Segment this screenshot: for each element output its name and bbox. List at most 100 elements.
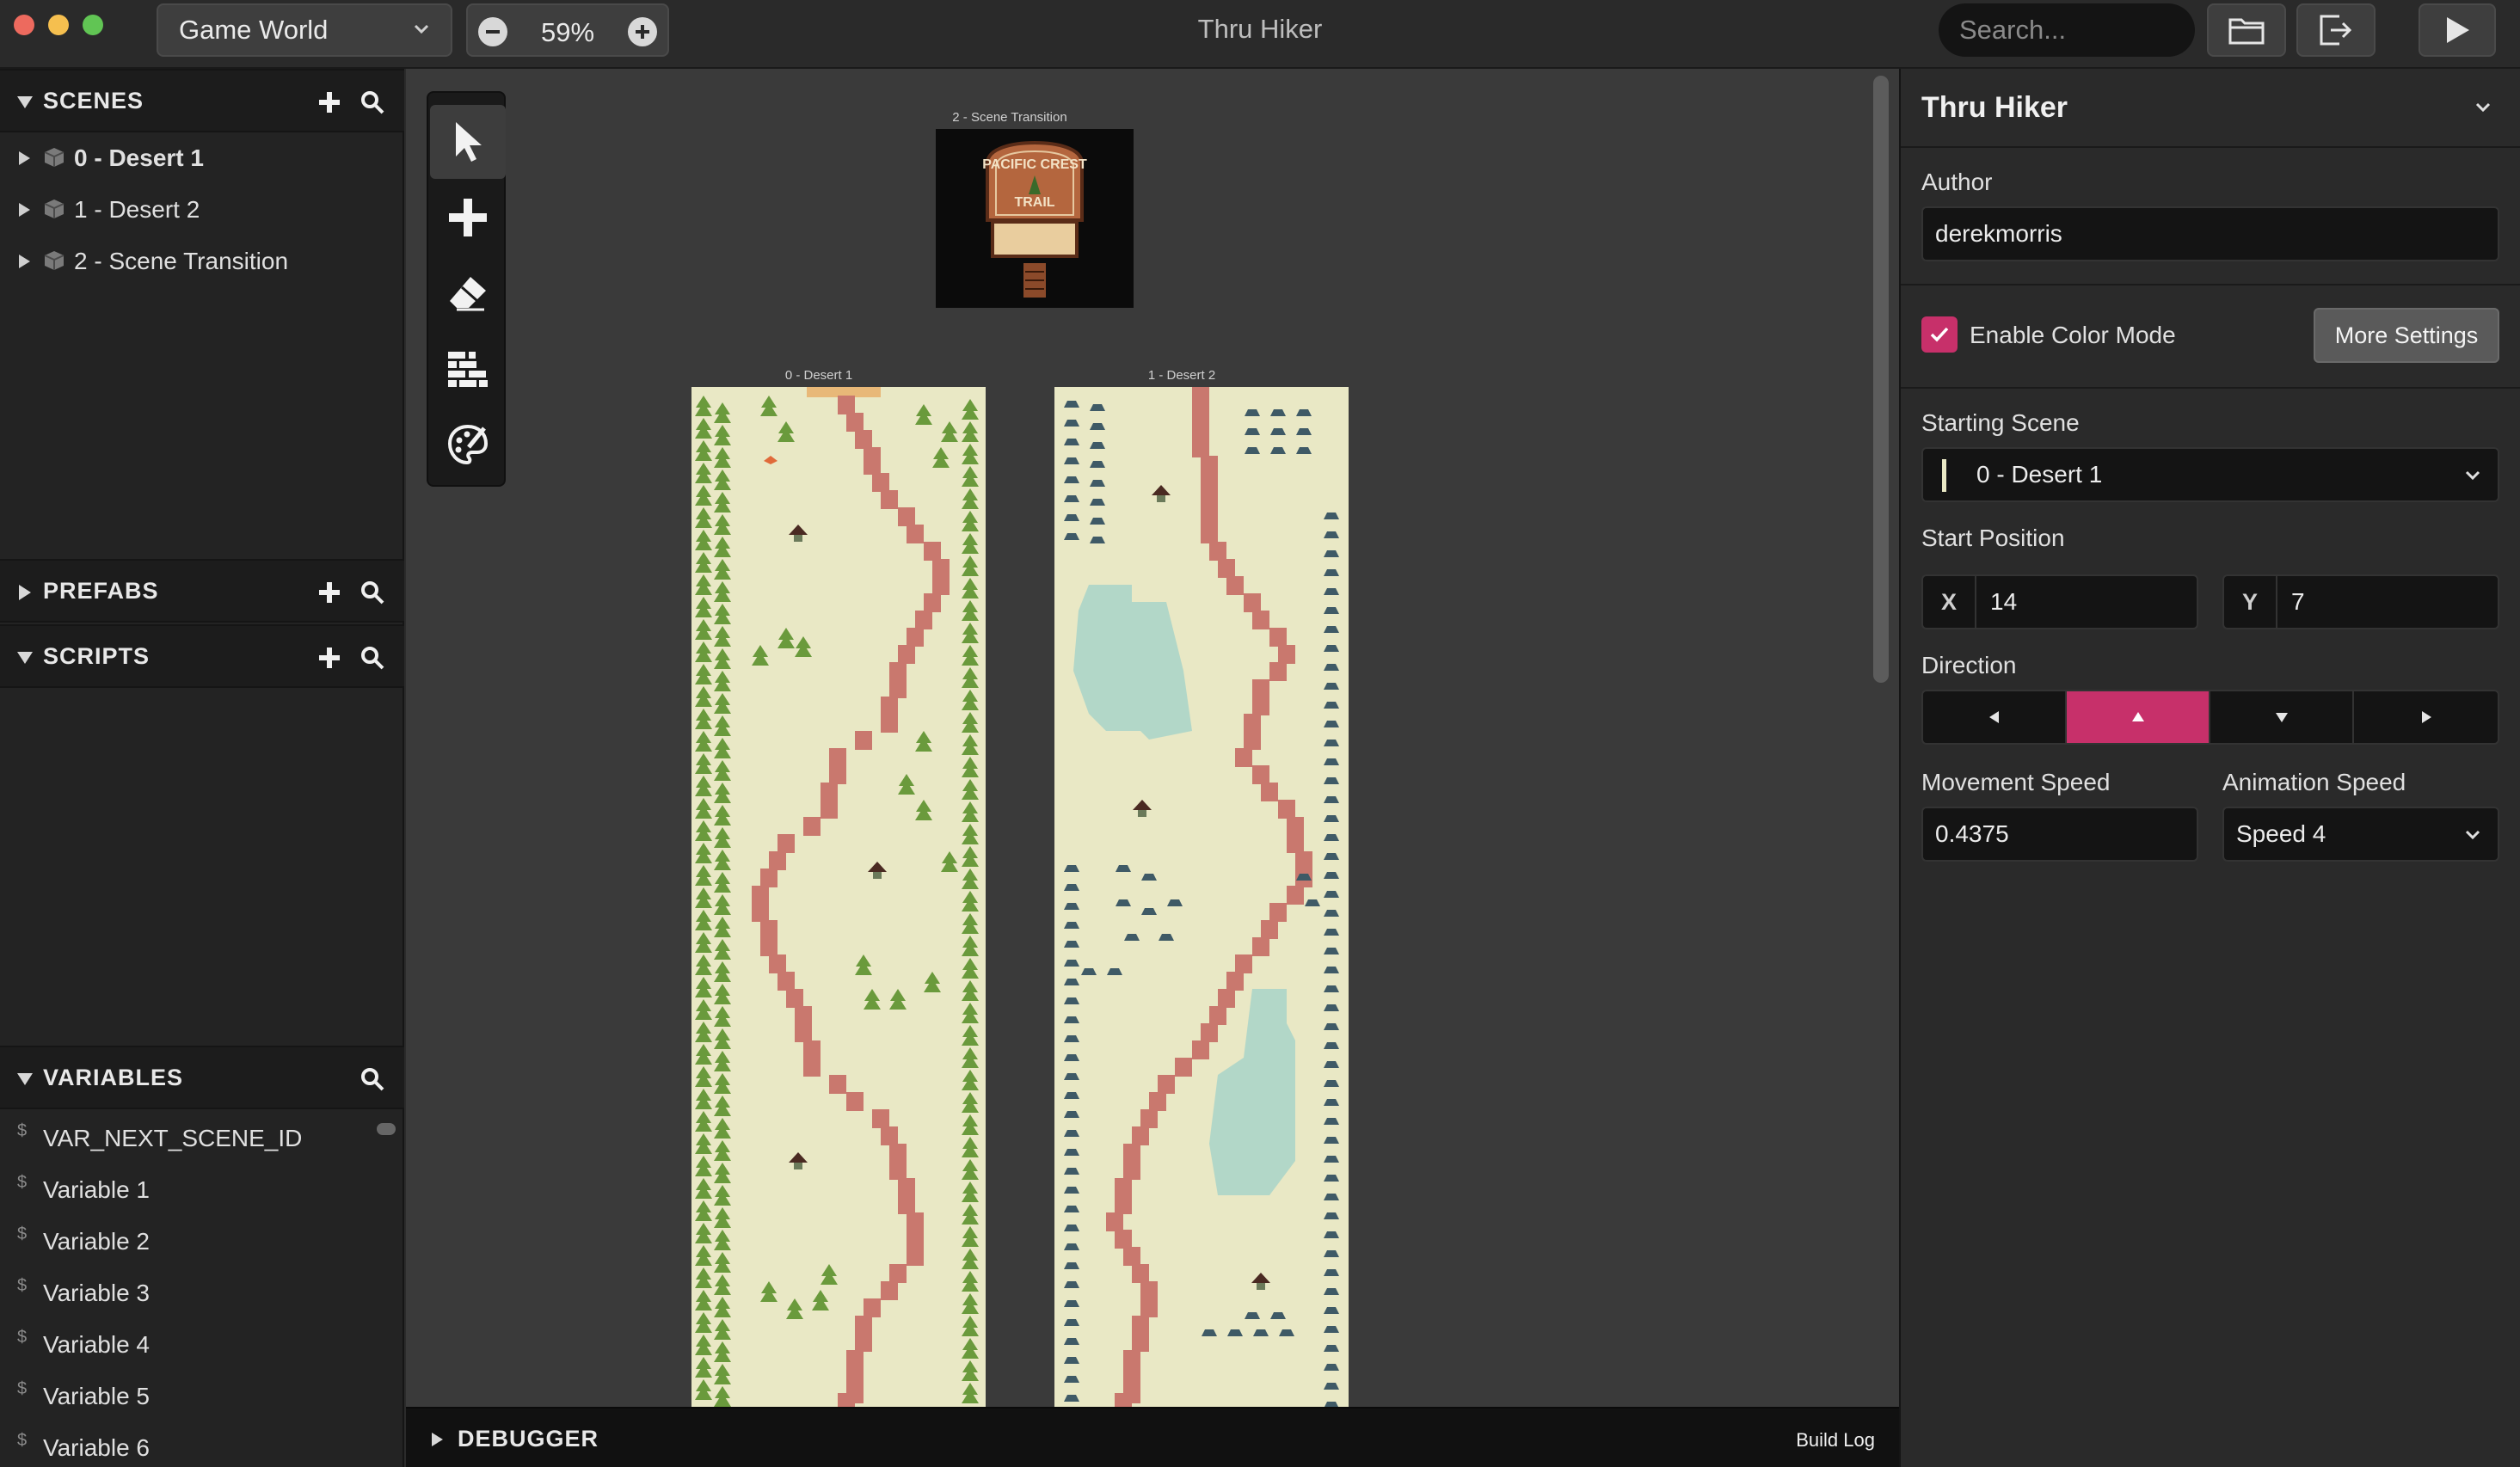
scripts-section-header[interactable]: SCRIPTS: [0, 624, 404, 688]
trail-tile: [1132, 1333, 1149, 1352]
trail-tile: [803, 1058, 821, 1077]
pine-tree: [714, 805, 731, 826]
view-mode-select[interactable]: Game World: [157, 3, 452, 57]
select-tool-button[interactable]: [430, 105, 506, 179]
list-scrollbar[interactable]: [377, 1123, 396, 1135]
rock: [1324, 1156, 1339, 1163]
start-y-field[interactable]: Y 7: [2222, 574, 2499, 629]
rock: [1324, 853, 1339, 860]
zoom-in-button[interactable]: [628, 17, 657, 46]
search-variables-icon[interactable]: [360, 1066, 385, 1092]
export-button[interactable]: [2296, 3, 2376, 57]
trail-tile: [1192, 421, 1209, 440]
search-scenes-icon[interactable]: [360, 89, 385, 115]
pine-tree: [941, 851, 958, 872]
scene-transition-preview[interactable]: PACIFIC CREST TRAIL: [936, 129, 1134, 308]
start-x-value[interactable]: 14: [1990, 588, 2017, 616]
direction-down-button[interactable]: [2210, 691, 2354, 743]
add-scene-icon[interactable]: [317, 89, 342, 115]
trail-tile: [803, 817, 821, 836]
maximize-window-button[interactable]: [83, 15, 103, 35]
close-window-button[interactable]: [14, 15, 34, 35]
pine-tree: [962, 444, 979, 464]
trail-tile: [881, 1281, 898, 1300]
pine-tree: [962, 1271, 979, 1292]
trail-tile: [855, 430, 872, 449]
variable-item[interactable]: $ Variable 4: [0, 1319, 404, 1371]
desert-2-scene[interactable]: [1054, 387, 1349, 1407]
animation-speed-select[interactable]: Speed 4: [2222, 807, 2499, 862]
direction-up-button[interactable]: [2067, 691, 2210, 743]
variables-section-header[interactable]: VARIABLES: [0, 1046, 404, 1109]
variable-item[interactable]: $ VAR_NEXT_SCENE_ID: [0, 1113, 404, 1164]
scene-item[interactable]: 0 - Desert 1: [0, 132, 404, 184]
starting-scene-select[interactable]: 0 - Desert 1: [1921, 447, 2499, 502]
build-log-button[interactable]: Build Log: [1796, 1429, 1875, 1452]
direction-left-button[interactable]: [1923, 691, 2067, 743]
desert-1-scene[interactable]: [691, 387, 986, 1407]
trail-tile: [1278, 645, 1295, 664]
play-button[interactable]: [2419, 3, 2496, 57]
direction-label: Direction: [1921, 652, 2017, 678]
search-scripts-icon[interactable]: [360, 645, 385, 671]
zoom-out-button[interactable]: [478, 17, 507, 46]
scene-item[interactable]: 2 - Scene Transition: [0, 236, 404, 287]
add-tool-button[interactable]: [430, 181, 506, 255]
pine-tree: [695, 1335, 712, 1355]
variable-name: Variable 2: [43, 1228, 151, 1255]
rock: [1324, 872, 1339, 879]
rock: [1324, 815, 1339, 822]
rock: [1064, 1073, 1079, 1080]
minimize-window-button[interactable]: [48, 15, 69, 35]
scenes-section-header[interactable]: SCENES: [0, 69, 404, 132]
author-input[interactable]: [1921, 206, 2499, 261]
add-prefab-icon[interactable]: [317, 580, 342, 605]
scene-title: 1 - Desert 2: [1147, 368, 1216, 383]
trail-tile: [1235, 748, 1252, 767]
trail-tile: [1269, 662, 1287, 681]
variable-item[interactable]: $ Variable 1: [0, 1164, 404, 1216]
search-prefabs-icon[interactable]: [360, 580, 385, 605]
rock: [1324, 1194, 1339, 1200]
paint-tool-button[interactable]: [430, 408, 506, 482]
more-settings-button[interactable]: More Settings: [2314, 308, 2499, 363]
start-x-field[interactable]: X 14: [1921, 574, 2198, 629]
direction-right-button[interactable]: [2354, 691, 2498, 743]
variable-item[interactable]: $ Variable 2: [0, 1216, 404, 1268]
start-y-value[interactable]: 7: [2291, 588, 2305, 616]
pine-tree: [962, 421, 979, 442]
triangle-right-icon: [19, 585, 31, 600]
canvas-scrollbar[interactable]: [1873, 76, 1889, 683]
scene-item[interactable]: 1 - Desert 2: [0, 184, 404, 236]
variable-item[interactable]: $ Variable 5: [0, 1371, 404, 1422]
pine-tree: [898, 774, 915, 795]
movement-speed-input[interactable]: [1921, 807, 2198, 862]
pine-tree: [795, 636, 812, 657]
open-folder-button[interactable]: [2207, 3, 2286, 57]
debugger-bar[interactable]: DEBUGGER Build Log: [406, 1407, 1899, 1467]
triangle-right-icon[interactable]: [15, 253, 33, 270]
trail-tile: [1269, 628, 1287, 647]
world-canvas[interactable]: 2 - Scene Transition PACIFIC CREST TRAIL…: [406, 69, 1899, 1407]
rock: [1296, 409, 1312, 416]
add-script-icon[interactable]: [317, 645, 342, 671]
chevron-down-icon: [2465, 830, 2480, 840]
rock: [1324, 777, 1339, 784]
variable-item[interactable]: $ Variable 3: [0, 1268, 404, 1319]
search-input[interactable]: [1939, 3, 2195, 57]
eraser-tool-button[interactable]: [430, 256, 506, 330]
trail-tile: [1106, 1212, 1123, 1231]
triangle-right-icon[interactable]: [15, 201, 33, 218]
variable-item[interactable]: $ Variable 6: [0, 1422, 404, 1467]
triangle-right-icon[interactable]: [15, 150, 33, 167]
pine-tree: [714, 693, 731, 714]
chevron-down-icon[interactable]: [2472, 96, 2494, 119]
scene-title: 0 - Desert 1: [784, 368, 853, 383]
rock: [1064, 1168, 1079, 1175]
color-mode-checkbox[interactable]: [1921, 316, 1958, 353]
rock: [1064, 1149, 1079, 1156]
collision-tool-button[interactable]: [430, 332, 506, 406]
pine-tree: [714, 872, 731, 893]
pine-tree: [714, 604, 731, 624]
prefabs-section-header[interactable]: PREFABS: [0, 559, 404, 623]
